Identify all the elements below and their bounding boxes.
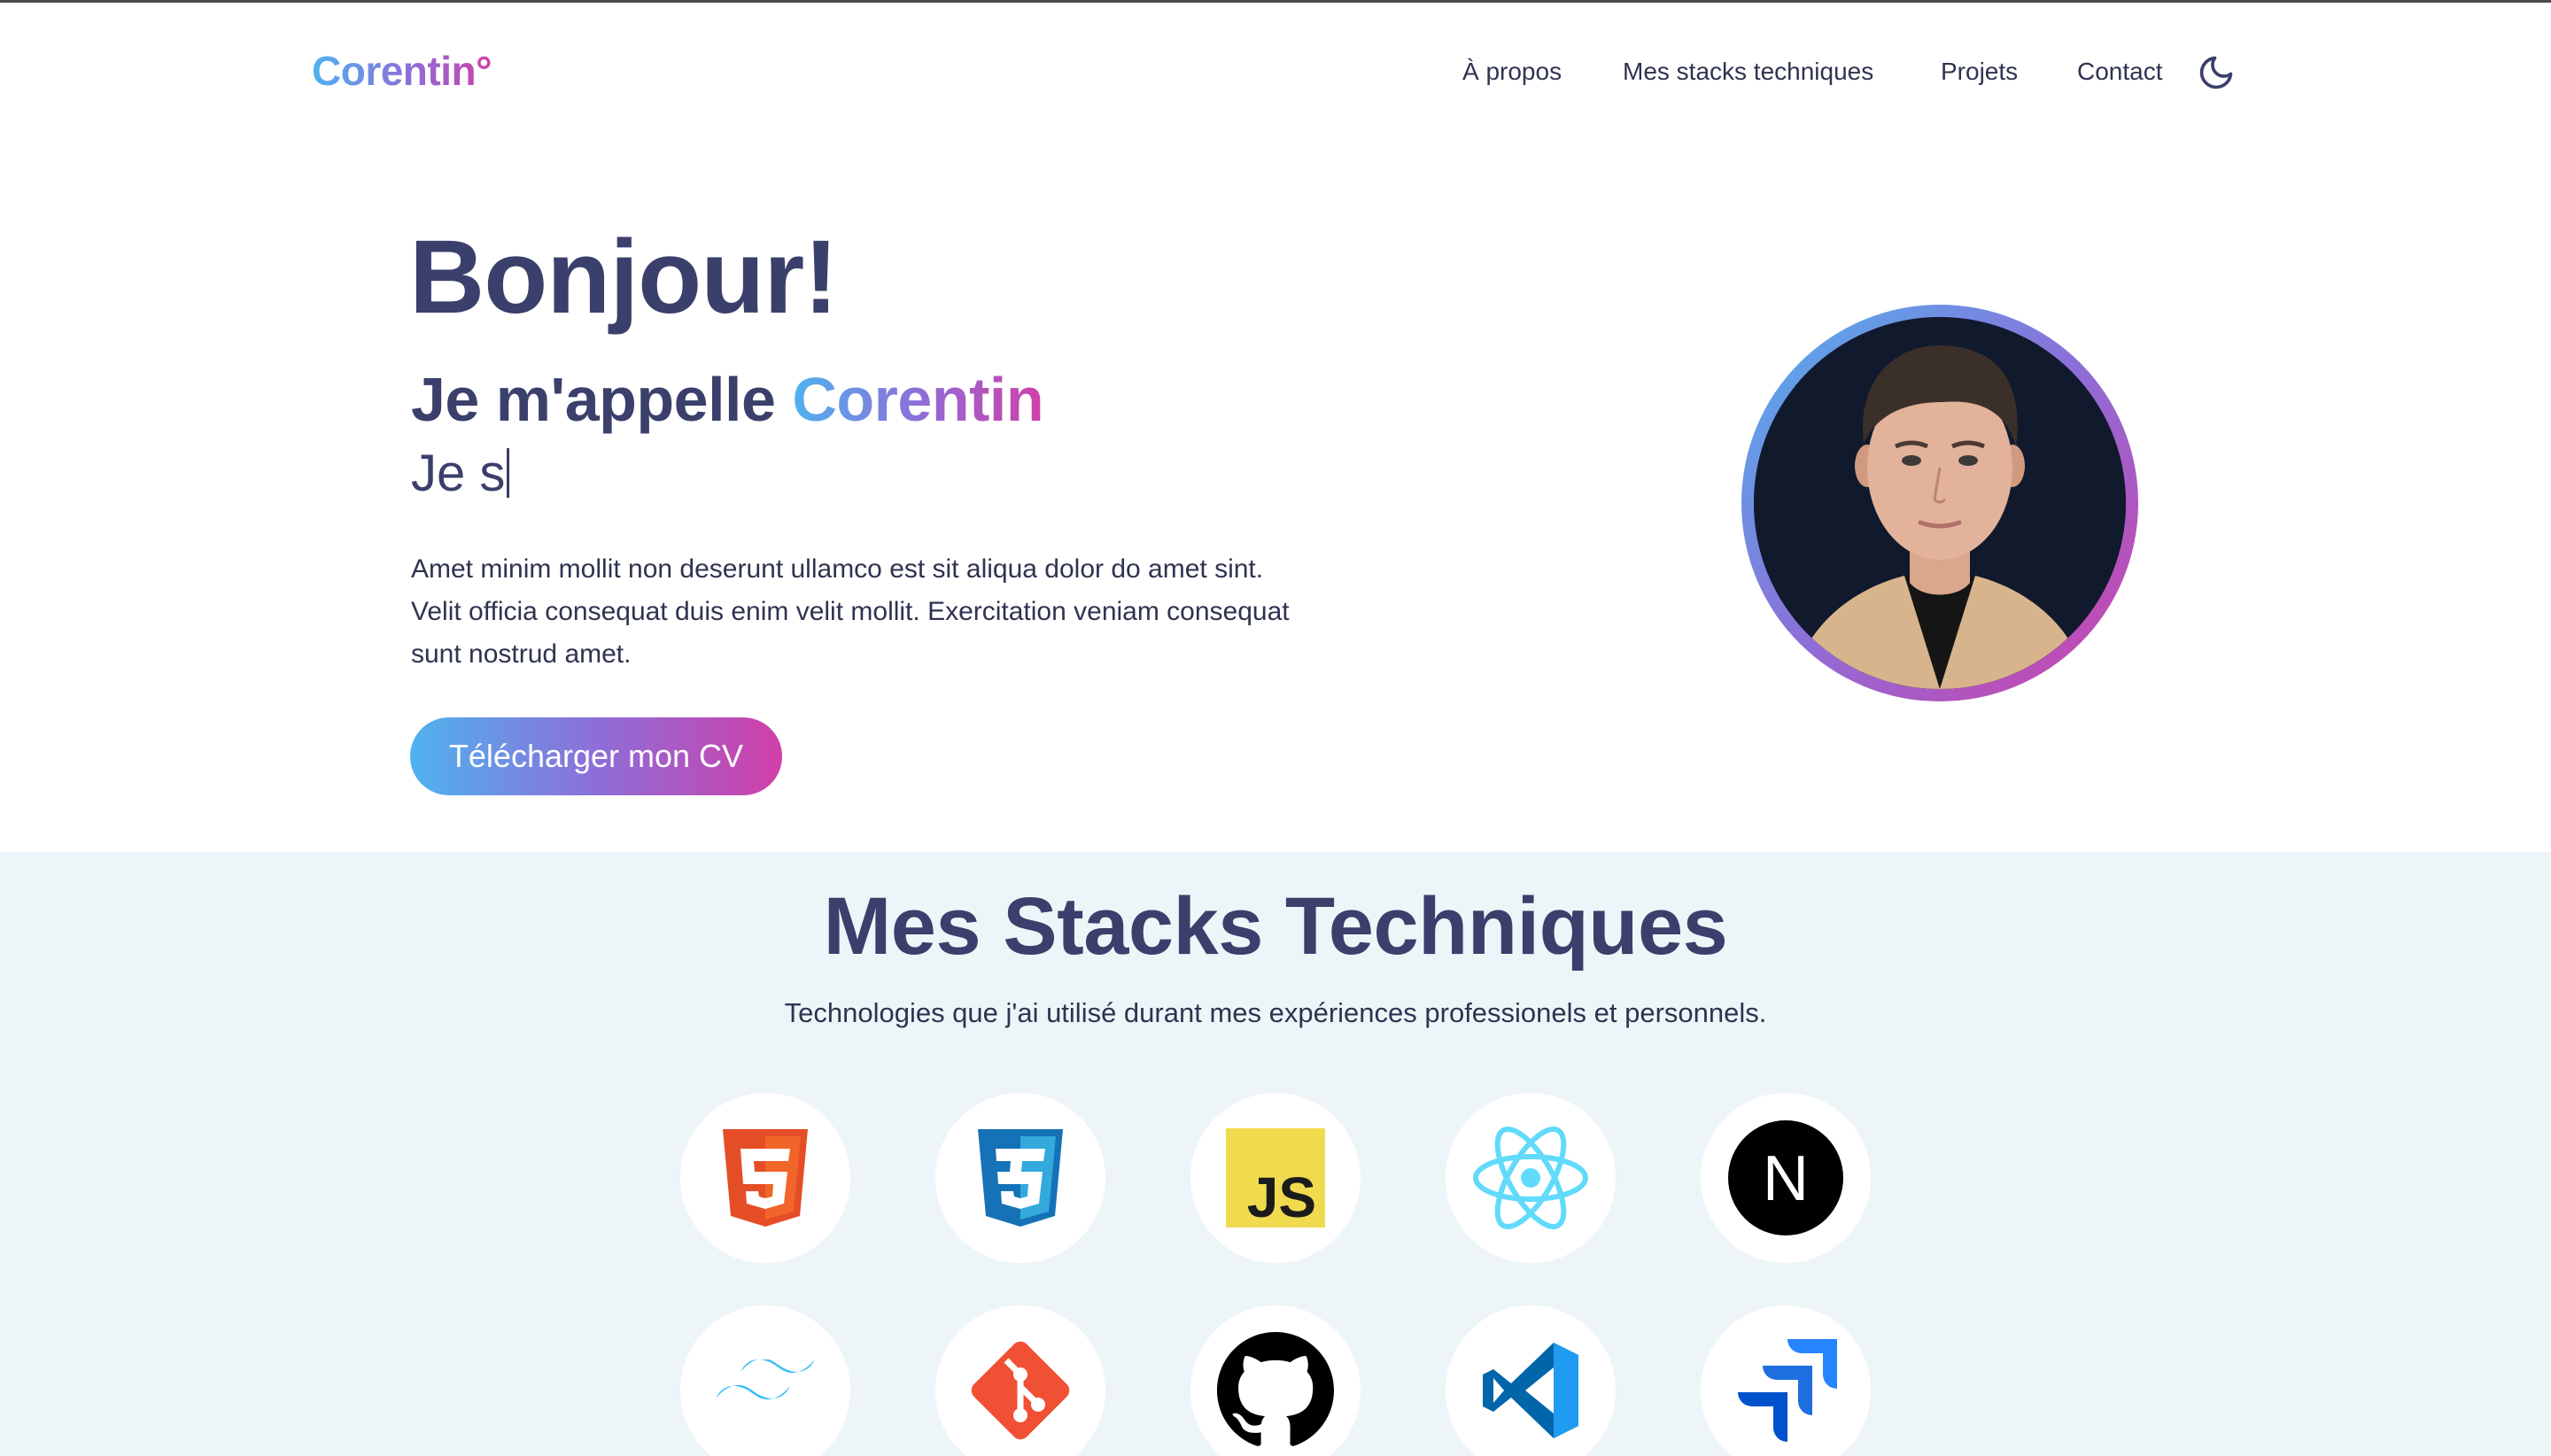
js-label: JS xyxy=(1247,1166,1316,1228)
profile-photo xyxy=(1754,317,2126,689)
stacks-title: Mes Stacks Techniques xyxy=(823,881,1728,972)
vscode-icon[interactable] xyxy=(1446,1305,1616,1456)
nextjs-icon[interactable]: N xyxy=(1701,1093,1871,1263)
nav-item-stacks[interactable]: Mes stacks techniques xyxy=(1623,58,1873,86)
nav-item-projects[interactable]: Projets xyxy=(1941,58,2018,86)
git-icon[interactable] xyxy=(935,1305,1105,1456)
stacks-section: Mes Stacks Techniques Technologies que j… xyxy=(0,852,2551,1456)
name-prefix: Je m'appelle xyxy=(411,365,793,434)
css3-icon[interactable] xyxy=(935,1093,1105,1263)
nav-item-about[interactable]: À propos xyxy=(1462,58,1562,86)
hero-name: Corentin xyxy=(792,365,1044,434)
download-cv-button[interactable]: Télécharger mon CV xyxy=(410,717,782,795)
stacks-subtitle: Technologies que j'ai utilisé durant mes… xyxy=(784,997,1767,1028)
hero-greeting: Bonjour! xyxy=(409,219,839,336)
jira-icon[interactable] xyxy=(1701,1305,1871,1456)
typing-caret xyxy=(507,448,510,498)
nextjs-label: N xyxy=(1763,1143,1809,1214)
avatar xyxy=(1754,317,2126,689)
moon-icon[interactable] xyxy=(2197,53,2236,92)
site-logo[interactable]: Corentin° xyxy=(312,47,492,95)
html5-icon[interactable] xyxy=(680,1093,850,1263)
react-icon[interactable] xyxy=(1446,1093,1616,1263)
hero-name-line: Je m'appelle Corentin xyxy=(411,364,1044,435)
tailwind-icon[interactable] xyxy=(680,1305,850,1456)
nav-item-contact[interactable]: Contact xyxy=(2077,58,2163,86)
typed-text-line: Je s xyxy=(411,444,510,503)
hero-section: Bonjour! Je m'appelle Corentin Je s Amet… xyxy=(0,141,2551,852)
avatar-ring xyxy=(1741,305,2138,701)
typed-text: Je s xyxy=(411,445,506,502)
page: Corentin° À propos Mes stacks techniques… xyxy=(0,0,2551,1456)
javascript-icon[interactable]: JS xyxy=(1190,1093,1361,1263)
github-icon[interactable] xyxy=(1190,1305,1361,1456)
hero-description: Amet minim mollit non deserunt ullamco e… xyxy=(411,554,1290,669)
site-header: Corentin° À propos Mes stacks techniques… xyxy=(0,3,2551,141)
